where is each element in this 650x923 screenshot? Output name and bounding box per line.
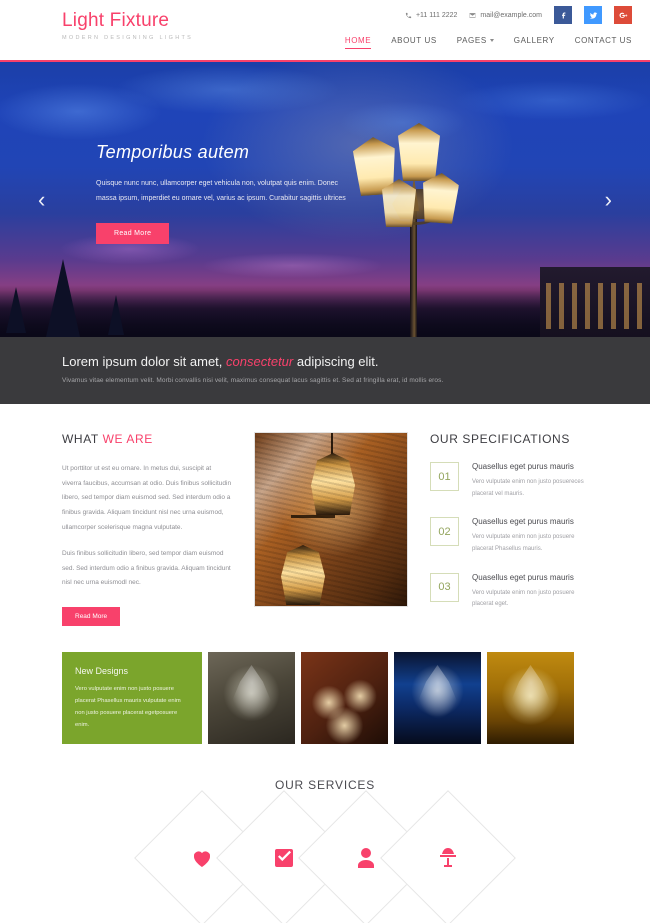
phone-number: +11 111 2222 [415, 11, 458, 19]
slider-prev-arrow-icon[interactable]: ‹ [38, 188, 45, 211]
nav-label: CONTACT US [574, 36, 632, 45]
nav-item-gallery[interactable]: GALLERY [514, 36, 555, 49]
hero-read-more-button[interactable]: Read More [96, 223, 170, 245]
promo-title-start: Lorem ipsum dolor sit amet, [62, 354, 223, 369]
logo-block[interactable]: Light Fixture Modern Designing Lights [62, 10, 193, 41]
site-logo: Light Fixture [62, 10, 170, 31]
slider-next-arrow-icon[interactable]: › [605, 188, 612, 211]
lamp-lantern [398, 123, 440, 181]
nav-item-home[interactable]: HOME [344, 36, 372, 49]
check-square-icon [275, 849, 293, 868]
about-paragraph-2: Duis finibus sollicitudin libero, sed te… [62, 550, 231, 587]
specification-number: 02 [430, 517, 459, 547]
hero-title: Temporibus autem [96, 142, 250, 162]
specification-heading: Quasellus eget purus mauris [472, 462, 574, 471]
google-plus-button[interactable] [614, 6, 632, 24]
twitter-icon [589, 11, 597, 19]
site-tagline: Modern Designing Lights [62, 35, 194, 41]
site-header: Light Fixture Modern Designing Lights +1… [0, 0, 650, 60]
nav-item-about-us[interactable]: ABOUT US [391, 36, 437, 49]
page-root: Light Fixture Modern Designing Lights +1… [0, 0, 650, 923]
specification-item: 02 Quasellus eget purus mauris Vero vulp… [430, 517, 588, 555]
facebook-icon [561, 12, 565, 18]
nav-label: GALLERY [513, 36, 555, 45]
about-read-more-button[interactable]: Read More [62, 607, 121, 626]
nav-item-contact-us[interactable]: CONTACT US [575, 36, 632, 49]
new-designs-promo[interactable]: New Designs Vero vulputate enim non just… [62, 652, 202, 745]
facebook-button[interactable] [554, 6, 572, 24]
hero-building [540, 267, 650, 337]
hero-caption: Temporibus autem Quisque nunc nunc, ulla… [96, 142, 346, 245]
gallery-strip: New Designs Vero vulputate enim non just… [0, 628, 650, 745]
specification-text: Vero vulputate enim non justo posuere pl… [472, 589, 575, 608]
chandelier-shape [227, 665, 276, 725]
nav-label: ABOUT US [391, 36, 437, 45]
lantern-upper [311, 453, 355, 515]
about-section: WHAT WE ARE Ut porttitor ut est eu ornar… [0, 404, 650, 628]
about-heading: WHAT WE ARE [62, 432, 232, 446]
gallery-thumbnail[interactable] [394, 652, 481, 745]
specification-item: 03 Quasellus eget purus mauris Vero vulp… [430, 572, 588, 611]
header-contact-bar: +11 111 2222 mail@example.com [405, 6, 632, 24]
specification-item: 01 Quasellus eget purus mauris Vero vulp… [430, 462, 588, 500]
user-icon [358, 848, 374, 869]
email-contact[interactable]: mail@example.com [469, 12, 542, 19]
hero-tree [108, 295, 124, 335]
nav-item-pages[interactable]: PAGES [457, 36, 494, 49]
services-diamond-row [0, 790, 650, 923]
twitter-button[interactable] [584, 6, 602, 24]
promo-title-end: adipiscing elit. [296, 354, 379, 369]
service-diamond-lamp[interactable] [380, 790, 516, 923]
chandelier-shape [506, 665, 555, 725]
nav-label: HOME [344, 36, 372, 45]
promo-banner-subtitle: Vivamus vitae elementum velit. Morbi con… [62, 377, 444, 384]
phone-icon [405, 12, 412, 18]
promo-title-emphasis: consectetur [226, 354, 294, 369]
about-heading-pink: WE ARE [102, 432, 153, 446]
chevron-down-icon [489, 39, 494, 43]
about-paragraph-1: Ut porttitor ut est eu ornare. In metus … [62, 465, 232, 531]
google-plus-icon [619, 12, 627, 18]
specifications-heading: OUR SPECIFICATIONS [430, 432, 570, 446]
lantern-stem [331, 433, 333, 455]
lamp-icon [440, 848, 456, 868]
new-designs-title: New Designs [75, 666, 129, 677]
hero-tree [6, 287, 26, 333]
gallery-thumbnail[interactable] [301, 652, 388, 745]
hero-slider: Temporibus autem Quisque nunc nunc, ulla… [0, 60, 650, 337]
specification-text: Vero vulputate enim non justo posuereces… [472, 479, 584, 497]
promo-banner: Lorem ipsum dolor sit amet, consectetur … [0, 337, 650, 404]
phone-contact[interactable]: +11 111 2222 [405, 12, 457, 19]
specification-heading: Quasellus eget purus mauris [472, 572, 574, 582]
hero-street-lamp [340, 107, 490, 337]
about-heading-dark: WHAT [62, 432, 99, 446]
nav-label: PAGES [456, 36, 487, 45]
services-heading: OUR SERVICES [274, 778, 376, 793]
specification-heading: Quasellus eget purus mauris [472, 517, 574, 527]
gallery-thumbnail[interactable] [487, 652, 574, 745]
about-image-column [254, 432, 408, 628]
specification-number: 01 [430, 462, 459, 491]
chandelier-shape [413, 665, 462, 725]
services-section: OUR SERVICES [0, 744, 650, 923]
lantern-lower [281, 545, 325, 605]
heart-icon [193, 851, 211, 868]
specifications-column: OUR SPECIFICATIONS 01 Quasellus eget pur… [430, 432, 588, 628]
main-navigation[interactable]: HOME ABOUT US PAGES GALLERY CONTACT US [344, 36, 632, 49]
email-address: mail@example.com [480, 11, 542, 19]
hero-tree [46, 259, 80, 337]
specification-number: 03 [430, 572, 459, 602]
hero-description: Quisque nunc nunc, ullamcorper eget vehi… [96, 180, 346, 202]
about-lantern-photo [254, 432, 408, 607]
promo-banner-title: Lorem ipsum dolor sit amet, consectetur … [62, 354, 650, 369]
new-designs-text: Vero vulputate enim non justo posuere pl… [75, 686, 181, 728]
gallery-thumbnail[interactable] [208, 652, 295, 745]
specification-text: Vero vulputate enim non justo posuere pl… [472, 534, 575, 553]
about-column: WHAT WE ARE Ut porttitor ut est eu ornar… [62, 432, 232, 628]
envelope-icon [470, 12, 476, 18]
lantern-arm [291, 515, 335, 518]
